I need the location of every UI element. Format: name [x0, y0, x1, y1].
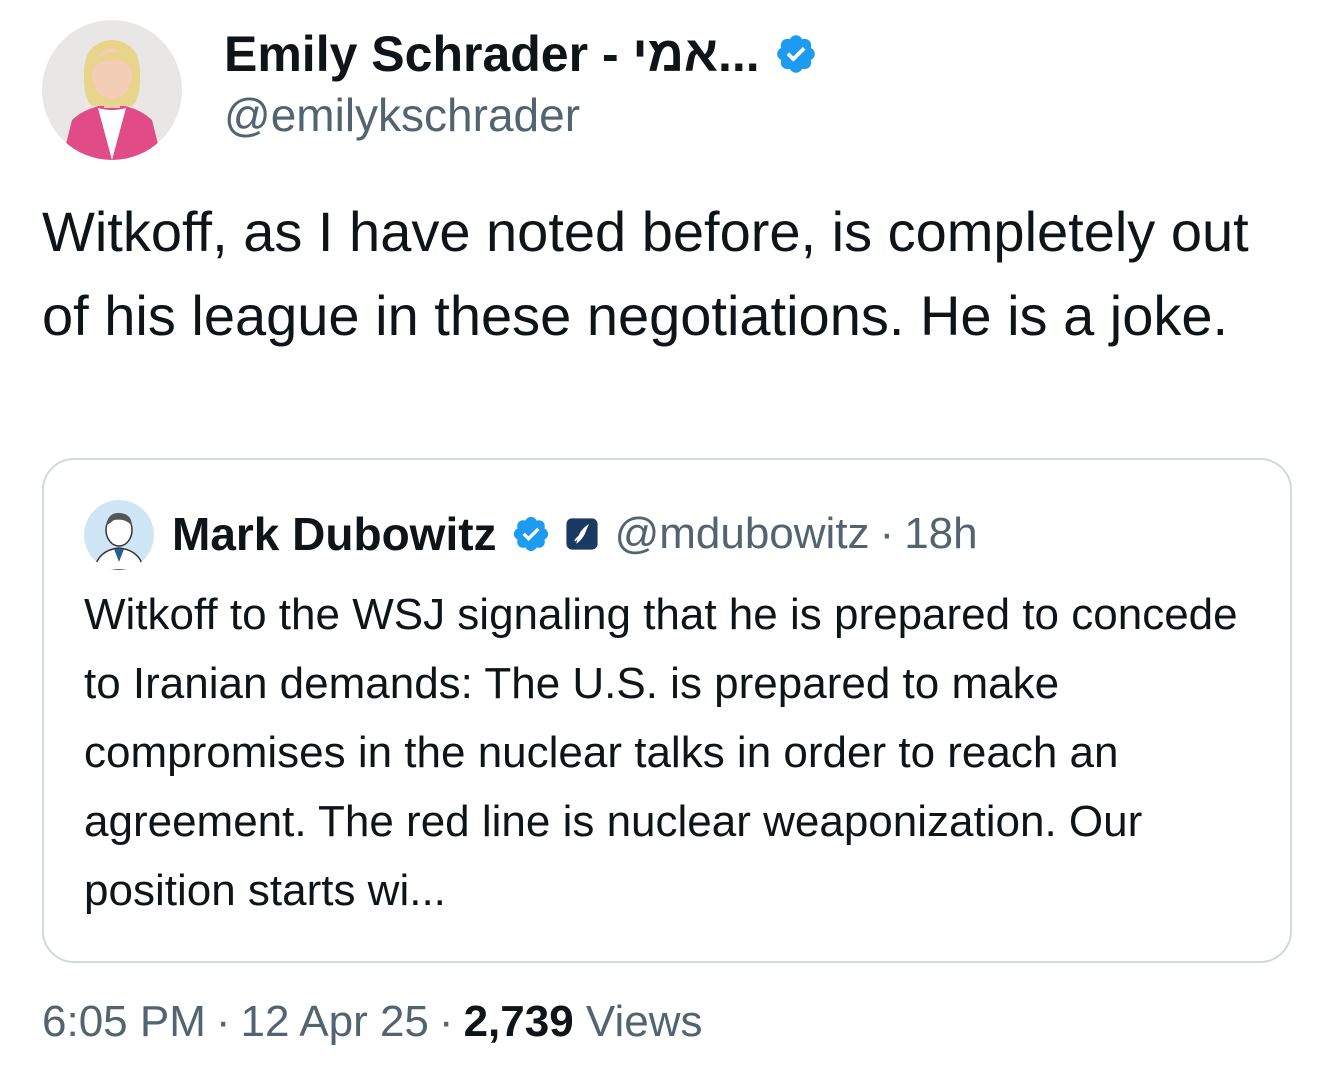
- tweet-text: Witkoff, as I have noted before, is comp…: [42, 200, 1249, 347]
- separator-dot: ·: [215, 997, 231, 1046]
- author-handle[interactable]: @emilykschrader: [224, 88, 580, 142]
- profile-photo-icon: [84, 500, 154, 570]
- separator-dot: ·: [879, 509, 895, 558]
- author-display-name[interactable]: Emily Schrader - אמי...: [224, 26, 760, 82]
- quoted-author-avatar[interactable]: [84, 500, 154, 570]
- quoted-author-handle[interactable]: @mdubowitz: [615, 509, 870, 559]
- quoted-tweet-text: Witkoff to the WSJ signaling that he is …: [84, 590, 1238, 915]
- separator-dot: ·: [438, 997, 454, 1046]
- tweet-time[interactable]: 6:05 PM: [42, 997, 206, 1046]
- quoted-tweet-card[interactable]: Mark Dubowitz @mdubowitz · 18h Witkoff t…: [42, 458, 1292, 963]
- verified-badge-icon: [513, 516, 548, 552]
- views-count[interactable]: 2,739: [464, 997, 574, 1046]
- tweet-meta: 6:05 PM · 12 Apr 25 · 2,739 Views: [42, 992, 702, 1052]
- quoted-tweet-time[interactable]: 18h: [904, 509, 977, 559]
- profile-photo-icon: [42, 20, 182, 160]
- tweet-date[interactable]: 12 Apr 25: [241, 997, 429, 1046]
- quoted-author-display-name[interactable]: Mark Dubowitz: [172, 507, 497, 561]
- quoted-tweet-header: Mark Dubowitz @mdubowitz · 18h: [172, 504, 978, 564]
- author-avatar[interactable]: [42, 20, 182, 160]
- author-display-name-row[interactable]: Emily Schrader - אמי...: [224, 26, 818, 82]
- views-label: Views: [585, 997, 703, 1046]
- verified-badge-icon: [776, 35, 815, 73]
- affiliation-badge-icon[interactable]: [565, 517, 599, 551]
